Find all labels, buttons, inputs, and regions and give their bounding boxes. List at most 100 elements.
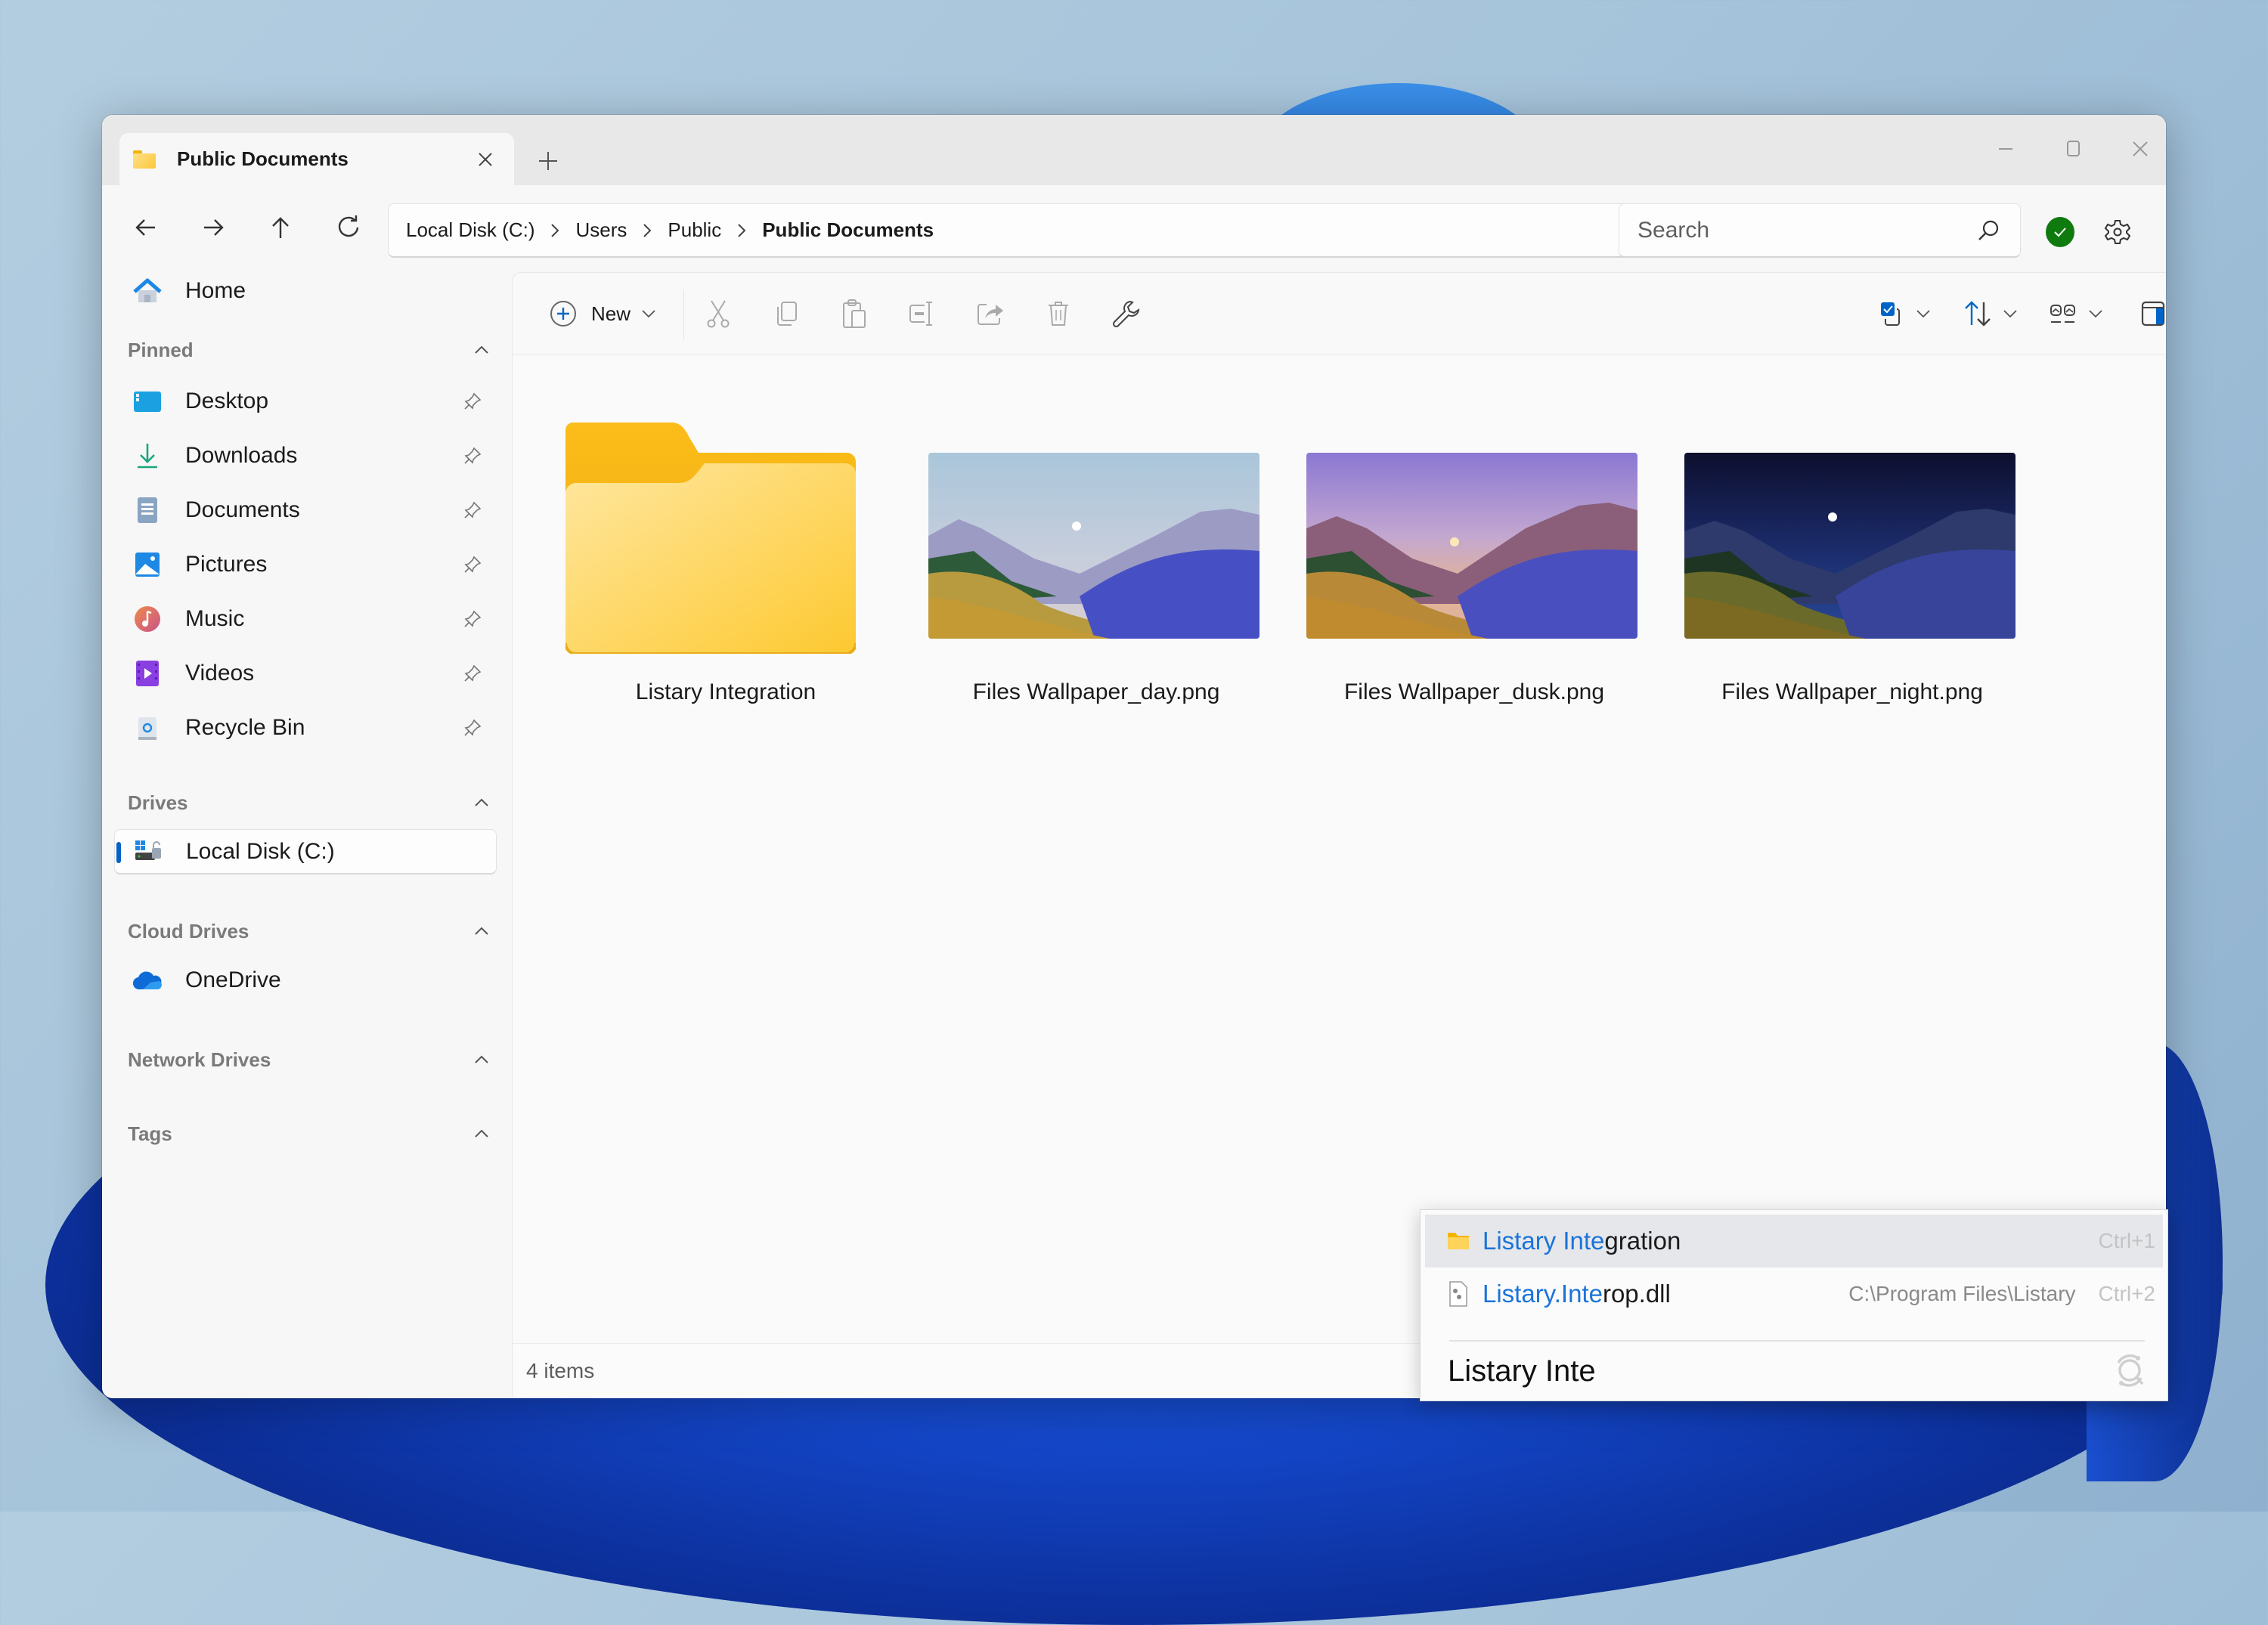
copy-button[interactable] — [764, 293, 809, 334]
sidebar-item-home[interactable]: Home — [114, 268, 497, 314]
pin-icon[interactable] — [457, 549, 488, 580]
tab-close-button[interactable] — [470, 144, 500, 175]
sidebar-section-pinned[interactable]: Pinned — [128, 331, 497, 369]
desktop-icon — [132, 386, 163, 416]
listary-result[interactable]: Listary Integration Ctrl+1 — [1425, 1215, 2163, 1268]
rename-icon — [909, 302, 932, 326]
file-item-image[interactable]: Files Wallpaper_night.png — [1678, 354, 2026, 778]
preview-pane-button[interactable] — [2130, 293, 2166, 334]
delete-button[interactable] — [1036, 293, 1081, 334]
sidebar-section-tags[interactable]: Tags — [128, 1115, 497, 1153]
new-tab-button[interactable] — [529, 142, 567, 180]
sidebar-section-network-drives[interactable]: Network Drives — [128, 1041, 497, 1079]
sidebar: Home Pinned Desktop Downloads Documents … — [102, 268, 512, 1398]
pin-icon[interactable] — [457, 441, 488, 471]
file-item-image[interactable]: Files Wallpaper_dusk.png — [1300, 354, 1648, 778]
sidebar-item-desktop[interactable]: Desktop — [114, 379, 497, 424]
paste-button[interactable] — [832, 293, 877, 334]
search-button[interactable] — [1970, 212, 2006, 249]
sidebar-item-local-disk[interactable]: Local Disk (C:) — [114, 829, 497, 874]
properties-button[interactable] — [1104, 293, 1149, 334]
minimize-icon — [1999, 148, 2012, 150]
selection-options-button[interactable] — [1871, 293, 1939, 334]
wrench-icon — [1112, 300, 1140, 328]
scissors-icon — [707, 300, 730, 328]
back-button[interactable] — [125, 206, 167, 249]
refresh-button[interactable] — [327, 206, 370, 249]
pin-icon[interactable] — [457, 713, 488, 743]
search-input[interactable] — [1636, 216, 1970, 244]
share-button[interactable] — [968, 293, 1013, 334]
chevron-down-icon — [1916, 310, 1930, 318]
title-bar: Public Documents — [102, 115, 2166, 185]
cut-button[interactable] — [696, 293, 741, 334]
sidebar-item-documents[interactable]: Documents — [114, 488, 497, 533]
share-icon — [978, 304, 1003, 325]
listary-search-field[interactable] — [1421, 1343, 2167, 1399]
file-name: Files Wallpaper_night.png — [1721, 679, 1983, 704]
sidebar-item-downloads[interactable]: Downloads — [114, 433, 497, 478]
sidebar-item-videos[interactable]: Videos — [114, 651, 497, 696]
group-button[interactable] — [2042, 293, 2110, 334]
sidebar-item-pictures[interactable]: Pictures — [114, 542, 497, 587]
search-box[interactable] — [1619, 203, 2021, 258]
file-grid: Listary Integration Files Wallpaper_day.… — [513, 354, 2166, 1344]
image-thumbnail-dusk — [1306, 453, 1637, 639]
file-item-folder[interactable]: Listary Integration — [552, 354, 900, 778]
listary-search-input[interactable] — [1446, 1353, 2108, 1389]
maximize-icon — [2067, 141, 2080, 156]
chevron-down-icon — [642, 310, 655, 318]
breadcrumb-users[interactable]: Users — [568, 218, 634, 242]
chevron-right-icon[interactable] — [634, 222, 660, 239]
chevron-up-icon — [466, 916, 497, 946]
up-button[interactable] — [259, 206, 302, 249]
forward-button[interactable] — [192, 206, 234, 249]
arrow-up-icon — [272, 217, 289, 238]
maximize-button[interactable] — [2051, 130, 2096, 168]
listary-logo-icon[interactable] — [2108, 1350, 2151, 1392]
breadcrumb-public[interactable]: Public — [660, 218, 729, 242]
minimize-button[interactable] — [1983, 130, 2028, 168]
videos-icon — [132, 658, 163, 689]
sidebar-item-onedrive[interactable]: OneDrive — [114, 958, 497, 1003]
breadcrumb-public-documents[interactable]: Public Documents — [754, 218, 941, 242]
pin-icon[interactable] — [457, 658, 488, 689]
chevron-right-icon[interactable] — [729, 222, 754, 239]
listary-popup: Listary Integration Ctrl+1 Listary.Inter… — [1420, 1209, 2168, 1401]
sort-button[interactable] — [1957, 293, 2025, 334]
checkbox-select-icon — [1881, 302, 1900, 326]
settings-button[interactable] — [2098, 212, 2137, 252]
checkmark-icon — [2054, 228, 2066, 237]
file-item-image[interactable]: Files Wallpaper_day.png — [922, 354, 1270, 778]
pin-icon[interactable] — [457, 495, 488, 525]
tab-title: Public Documents — [177, 147, 349, 170]
new-button[interactable]: New — [531, 293, 674, 334]
rename-button[interactable] — [900, 293, 945, 334]
result-shortcut: Ctrl+1 — [2098, 1229, 2155, 1252]
onedrive-icon — [132, 965, 163, 995]
folder-icon — [564, 422, 857, 655]
address-bar[interactable]: Local Disk (C:) Users Public Public Docu… — [388, 203, 1709, 258]
close-icon — [479, 152, 492, 166]
folder-icon — [133, 150, 156, 169]
close-window-button[interactable] — [2118, 130, 2163, 168]
sidebar-section-cloud-drives[interactable]: Cloud Drives — [128, 912, 497, 950]
breadcrumb-local-disk[interactable]: Local Disk (C:) — [398, 218, 542, 242]
pin-icon[interactable] — [457, 604, 488, 634]
result-name: Listary Integration — [1483, 1227, 1681, 1255]
image-thumbnail-day — [928, 453, 1259, 639]
chevron-right-icon[interactable] — [542, 222, 568, 239]
sidebar-section-drives[interactable]: Drives — [128, 784, 497, 822]
status-center-button[interactable] — [2046, 217, 2074, 247]
result-shortcut: Ctrl+2 — [2098, 1282, 2155, 1305]
image-thumbnail-night — [1684, 453, 2015, 639]
downloads-icon — [132, 441, 163, 471]
listary-result[interactable]: Listary.Interop.dll C:\Program Files\Lis… — [1425, 1268, 2163, 1320]
plus-icon — [539, 152, 557, 170]
sidebar-item-recycle-bin[interactable]: Recycle Bin — [114, 705, 497, 751]
toolbar-divider — [683, 289, 684, 339]
gear-icon — [2104, 220, 2131, 244]
sidebar-item-music[interactable]: Music — [114, 596, 497, 642]
pin-icon[interactable] — [457, 386, 488, 416]
tab-public-documents[interactable]: Public Documents — [119, 133, 514, 185]
